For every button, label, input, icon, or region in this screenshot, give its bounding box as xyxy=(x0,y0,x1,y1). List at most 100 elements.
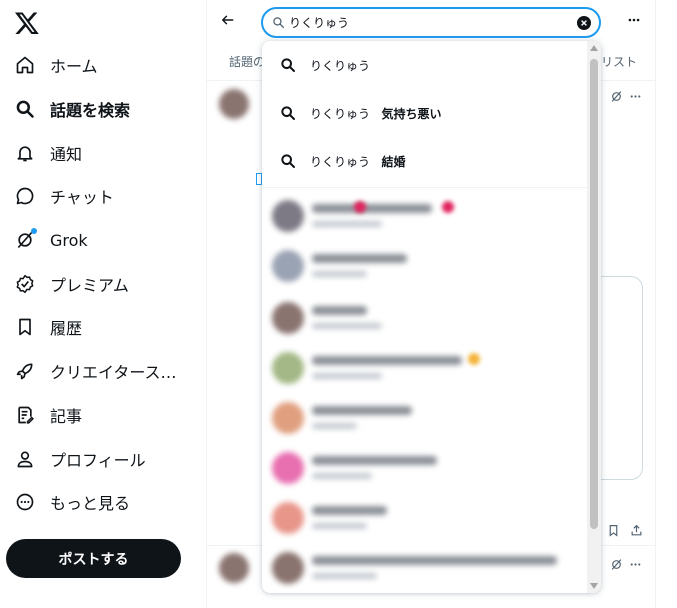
nav-label-articles: 記事 xyxy=(50,407,83,426)
nav-label-home: ホーム xyxy=(50,57,98,76)
nav-item-notifications[interactable]: 通知 xyxy=(14,135,199,171)
user-name-blurred xyxy=(312,306,367,315)
user-result[interactable] xyxy=(262,241,587,291)
user-name-blurred xyxy=(312,556,557,565)
home-icon xyxy=(14,54,36,76)
scroll-down-arrow-icon[interactable] xyxy=(590,583,598,589)
bell-icon xyxy=(14,142,36,164)
grok-icon[interactable] xyxy=(609,557,623,571)
close-icon xyxy=(581,20,587,26)
grok-icon xyxy=(14,228,37,251)
more-icon[interactable] xyxy=(628,557,642,571)
avatar xyxy=(272,302,304,334)
avatar[interactable] xyxy=(219,89,249,119)
tab-lists-partial[interactable]: リスト xyxy=(601,53,637,70)
share-icon[interactable] xyxy=(629,523,643,537)
nav-label-explore: 話題を検索 xyxy=(50,101,131,120)
chat-icon xyxy=(14,185,36,207)
avatar[interactable] xyxy=(219,553,249,583)
column-divider-right xyxy=(655,0,656,608)
article-icon xyxy=(14,404,36,426)
user-result[interactable] xyxy=(262,493,587,543)
user-handle-blurred xyxy=(312,473,372,479)
nav-label-grok: Grok xyxy=(50,230,88,250)
emoji-icon xyxy=(442,201,454,213)
nav-item-history[interactable]: 履歴 xyxy=(14,309,199,345)
nav-label-chat: チャット xyxy=(50,188,114,207)
nav-label-premium: プレミアム xyxy=(50,276,129,295)
emoji-icon xyxy=(468,353,480,365)
search-input[interactable] xyxy=(289,15,569,30)
user-handle-blurred xyxy=(312,523,367,529)
scroll-up-arrow-icon[interactable] xyxy=(590,45,598,51)
nav-item-explore[interactable]: 話題を検索 xyxy=(14,91,199,127)
verified-icon xyxy=(14,273,36,295)
user-result[interactable] xyxy=(262,191,587,241)
scrollbar-thumb[interactable] xyxy=(590,59,598,529)
nav-item-premium[interactable]: プレミアム xyxy=(14,266,199,302)
search-icon xyxy=(14,98,36,120)
suggestion-text: りくりゅう 気持ち悪い xyxy=(310,106,442,121)
user-handle-blurred xyxy=(312,573,377,579)
header-more-button[interactable] xyxy=(624,10,644,30)
search-suggestion[interactable]: りくりゅう xyxy=(262,41,587,89)
column-divider xyxy=(206,0,207,608)
emoji-icon xyxy=(354,201,366,213)
avatar xyxy=(272,502,304,534)
avatar xyxy=(272,452,304,484)
media-card[interactable] xyxy=(598,276,643,480)
user-result[interactable] xyxy=(262,293,587,343)
user-result[interactable] xyxy=(262,393,587,443)
user-name-blurred xyxy=(312,356,462,365)
search-icon xyxy=(273,17,285,29)
search-box[interactable] xyxy=(261,7,601,38)
profile-icon xyxy=(14,448,36,470)
more-icon xyxy=(628,18,640,22)
bookmark-icon[interactable] xyxy=(606,523,620,537)
grok-icon[interactable] xyxy=(609,89,623,103)
search-suggestion[interactable]: りくりゅう 気持ち悪い xyxy=(262,89,587,137)
arrow-left-icon xyxy=(222,15,234,25)
search-suggestions-dropdown: りくりゅう りくりゅう 気持ち悪い りくりゅう 結婚 xyxy=(262,41,601,593)
nav-item-articles[interactable]: 記事 xyxy=(14,397,199,433)
user-handle-blurred xyxy=(312,221,382,227)
tab-trending-partial[interactable]: 話題の xyxy=(229,53,265,70)
nav-item-creator-studio[interactable]: クリエイタース… xyxy=(14,353,199,389)
nav-label-profile: プロフィール xyxy=(50,451,146,470)
nav-item-home[interactable]: ホーム xyxy=(14,47,199,83)
nav-item-grok[interactable]: Grok xyxy=(14,222,199,258)
nav-item-profile[interactable]: プロフィール xyxy=(14,441,199,477)
sidebar-nav: ホーム 話題を検索 通知 チャット Grok プレミアム 履歴 クリエイタース…… xyxy=(0,0,205,608)
dropdown-scrollbar[interactable] xyxy=(587,41,601,593)
user-handle-blurred xyxy=(312,271,367,277)
more-icon[interactable] xyxy=(628,89,642,103)
user-name-blurred xyxy=(312,506,387,515)
nav-label-history: 履歴 xyxy=(50,319,83,338)
user-result[interactable] xyxy=(262,343,587,393)
user-name-blurred xyxy=(312,254,407,263)
suggestion-text: りくりゅう 結婚 xyxy=(310,154,406,169)
user-result[interactable] xyxy=(262,543,587,593)
user-result[interactable] xyxy=(262,443,587,493)
back-button[interactable] xyxy=(216,8,240,32)
nav-label-more: もっと見る xyxy=(50,494,131,513)
x-logo-icon[interactable] xyxy=(14,10,40,36)
post-button[interactable]: ポストする xyxy=(6,539,181,578)
search-suggestion[interactable]: りくりゅう 結婚 xyxy=(262,137,587,185)
bookmark-icon xyxy=(14,316,36,338)
nav-item-chat[interactable]: チャット xyxy=(14,178,199,214)
nav-item-more[interactable]: もっと見る xyxy=(14,484,199,520)
suggestion-text: りくりゅう xyxy=(310,58,371,73)
more-circle-icon xyxy=(14,491,36,513)
rocket-icon xyxy=(14,360,36,382)
user-handle-blurred xyxy=(312,323,382,329)
nav-label-notifications: 通知 xyxy=(50,145,83,164)
avatar xyxy=(272,200,304,232)
user-name-blurred xyxy=(312,456,437,465)
search-icon xyxy=(281,106,295,120)
avatar xyxy=(272,250,304,282)
search-icon xyxy=(281,154,295,168)
user-handle-blurred xyxy=(312,423,357,429)
clear-search-button[interactable] xyxy=(577,16,591,30)
search-icon xyxy=(281,58,295,72)
